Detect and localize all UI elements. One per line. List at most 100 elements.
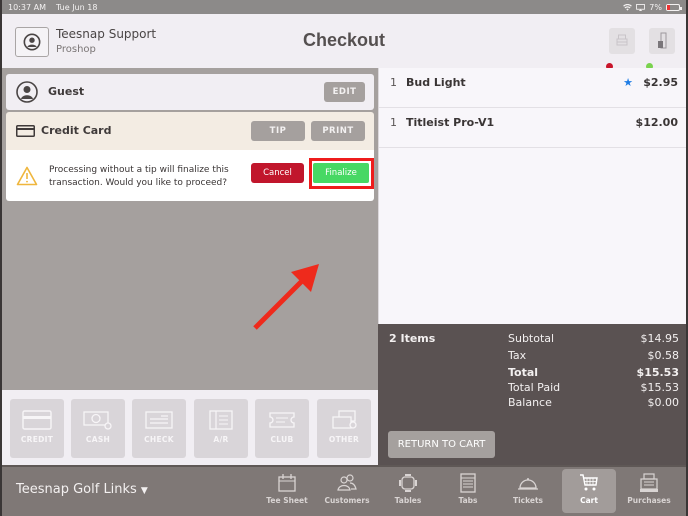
warning-icon (16, 166, 38, 186)
status-time: 10:37 AM (8, 2, 46, 12)
card-reader-icon (658, 32, 667, 49)
tip-confirmation-dialog: Processing without a tip will finalize t… (6, 150, 374, 201)
card-reader-button[interactable] (649, 28, 675, 54)
nav-tables[interactable]: Tables (381, 469, 435, 513)
credit-card-icon (16, 125, 35, 137)
table-icon (399, 474, 417, 492)
user-role: Proshop (56, 44, 96, 55)
edit-customer-button[interactable]: EDIT (324, 82, 365, 102)
item-price: $2.95 (643, 76, 678, 89)
status-right: 7% (623, 2, 682, 12)
guest-avatar-icon (16, 81, 38, 103)
tender-label: OTHER (328, 435, 360, 444)
status-bar: 10:37 AM Tue Jun 18 7% (2, 0, 686, 14)
credit-card-icon (22, 410, 52, 430)
nav-tabs[interactable]: Tabs (441, 469, 495, 513)
customers-icon (337, 474, 357, 491)
star-icon: ★ (623, 76, 633, 89)
location-selector[interactable]: Teesnap Golf Links ▼ (16, 482, 148, 497)
cash-icon (83, 411, 112, 430)
total-label: Balance (508, 396, 552, 409)
total-paid-row: Total Paid $15.53 (508, 381, 679, 394)
nav-tee-sheet[interactable]: Tee Sheet (260, 469, 314, 513)
balance-row: Balance $0.00 (508, 396, 679, 409)
item-name: Titleist Pro-V1 (406, 116, 495, 129)
total-value: $0.00 (647, 396, 680, 409)
payment-method-label: Credit Card (41, 124, 112, 137)
tender-label: CREDIT (20, 435, 54, 444)
header: Teesnap Support Proshop Checkout (2, 14, 686, 70)
status-date: Tue Jun 18 (55, 2, 98, 12)
total-label: Total Paid (508, 381, 561, 394)
printer-icon (616, 34, 628, 46)
cancel-button[interactable]: Cancel (251, 163, 304, 183)
register-icon (640, 473, 658, 492)
total-label: Subtotal (508, 332, 555, 345)
nav-label: Customers (324, 496, 370, 505)
total-row: Total $15.53 (508, 366, 679, 379)
location-name: Teesnap Golf Links (16, 482, 137, 497)
battery-percent: 7% (649, 2, 662, 12)
other-payment-icon (332, 410, 357, 429)
bottom-navigation: Teesnap Golf Links ▼ Tee Sheet Customers … (2, 465, 686, 516)
item-price: $12.00 (635, 116, 678, 129)
tip-button[interactable]: TIP (251, 121, 305, 141)
total-value: $0.58 (647, 349, 680, 362)
total-value: $15.53 (636, 366, 679, 379)
user-avatar-icon (23, 33, 41, 51)
items-count: 2 Items (389, 332, 436, 345)
battery-charging-icon (666, 3, 682, 11)
nav-purchases[interactable]: Purchases (622, 469, 676, 513)
user-profile-button[interactable] (15, 27, 49, 57)
print-button[interactable]: PRINT (311, 121, 365, 141)
tender-label: A/R (213, 435, 229, 444)
subtotal-row: Subtotal $14.95 (508, 332, 679, 345)
customer-name: Guest (48, 85, 85, 98)
tender-label: CLUB (270, 435, 294, 444)
item-quantity: 1 (390, 76, 397, 89)
tender-ar-button[interactable]: A/R (194, 399, 248, 458)
total-label: Tax (508, 349, 527, 362)
total-value: $15.53 (640, 381, 680, 394)
item-name: Bud Light (406, 76, 466, 89)
tax-row: Tax $0.58 (508, 349, 679, 362)
ledger-icon (209, 410, 233, 430)
ticket-icon (269, 412, 295, 428)
tender-other-button[interactable]: OTHER (317, 399, 371, 458)
screen-mirror-icon (636, 3, 646, 11)
cloche-icon (518, 478, 538, 490)
calendar-icon (278, 474, 296, 492)
total-value: $14.95 (640, 332, 680, 345)
tabs-icon (460, 473, 476, 493)
nav-label: Tabs (458, 496, 478, 505)
nav-cart[interactable]: Cart (562, 469, 616, 513)
tender-label: CASH (85, 435, 111, 444)
customer-row: Guest EDIT (6, 74, 374, 110)
cart-items-list: 1 Bud Light ★ $2.95 1 Titleist Pro-V1 $1… (378, 68, 686, 324)
annotation-arrow-icon (253, 264, 319, 330)
cart-line-item[interactable]: 1 Bud Light ★ $2.95 (379, 68, 686, 108)
tender-buttons: CREDIT CASH CHECK A/R CLUB OTHER (2, 390, 378, 465)
total-label: Total (508, 366, 539, 379)
nav-tickets[interactable]: Tickets (501, 469, 555, 513)
wifi-icon (623, 3, 633, 11)
confirmation-message: Processing without a tip will finalize t… (49, 165, 229, 188)
tender-label: CHECK (144, 435, 174, 444)
check-icon (145, 411, 173, 429)
payment-panel: Guest EDIT Credit Card TIP PRINT Process… (2, 68, 378, 465)
user-name: Teesnap Support (56, 27, 157, 41)
finalize-button[interactable]: Finalize (313, 163, 369, 183)
printer-button[interactable] (609, 28, 635, 54)
item-quantity: 1 (390, 116, 397, 129)
tender-cash-button[interactable]: CASH (71, 399, 125, 458)
payment-row: Credit Card TIP PRINT (6, 112, 374, 150)
tender-check-button[interactable]: CHECK (132, 399, 186, 458)
nav-customers[interactable]: Customers (320, 469, 374, 513)
tender-credit-button[interactable]: CREDIT (10, 399, 64, 458)
return-to-cart-button[interactable]: RETURN TO CART (388, 431, 495, 458)
nav-label: Purchases (627, 496, 671, 505)
cart-line-item[interactable]: 1 Titleist Pro-V1 $12.00 (379, 108, 686, 148)
nav-label: Tables (394, 496, 422, 505)
app-frame: 10:37 AM Tue Jun 18 7% Teesnap Support P… (0, 0, 688, 516)
tender-club-button[interactable]: CLUB (255, 399, 309, 458)
